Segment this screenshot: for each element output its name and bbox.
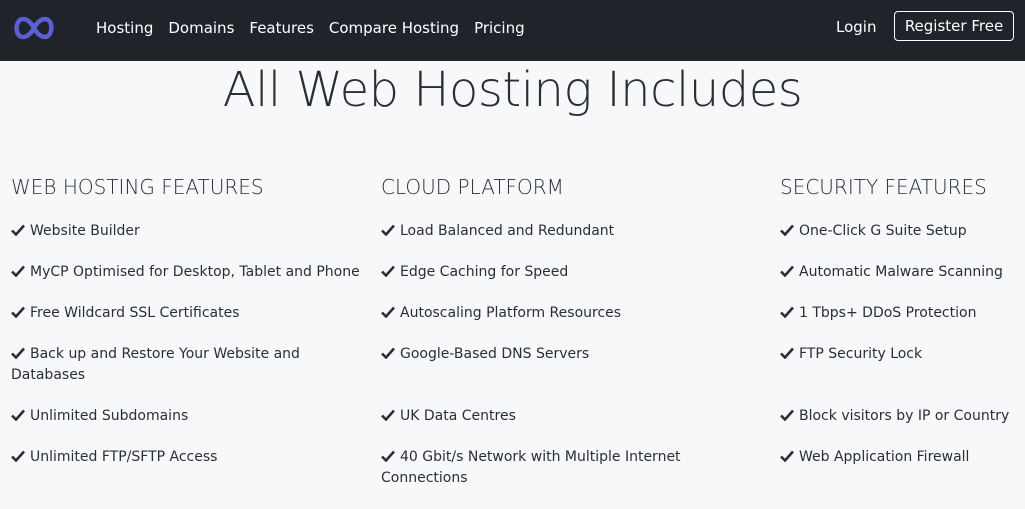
check-icon [11, 224, 25, 236]
check-icon [11, 306, 25, 318]
column-title: WEB HOSTING FEATURES [11, 175, 264, 199]
check-icon [780, 265, 794, 277]
list-item: Automatic Malware Scanning [780, 262, 1020, 283]
list-item: Google-Based DNS Servers [381, 344, 701, 365]
list-item: Unlimited Subdomains [11, 406, 361, 427]
list-item: Load Balanced and Redundant [381, 221, 701, 242]
register-free-button[interactable]: Register Free [894, 11, 1014, 41]
check-icon [11, 265, 25, 277]
list-item: Web Application Firewall [780, 447, 1020, 468]
check-icon [11, 347, 25, 359]
nav-links: Hosting Domains Features Compare Hosting… [96, 0, 540, 56]
column-web-hosting-features: WEB HOSTING FEATURES Website Builder MyC… [11, 174, 361, 488]
list-item: One-Click G Suite Setup [780, 221, 1020, 242]
list-item: Back up and Restore Your Website and Dat… [11, 346, 300, 383]
column-cloud-platform: CLOUD PLATFORM Load Balanced and Redunda… [381, 174, 701, 509]
list-item: Block visitors by IP or Country [780, 406, 1020, 427]
list-item: 1 Tbps+ DDoS Protection [780, 303, 1020, 324]
list-item: Website Builder [11, 221, 361, 242]
check-icon [381, 409, 395, 421]
nav-link-hosting[interactable]: Hosting [96, 19, 153, 37]
column-security-features: SECURITY FEATURES One-Click G Suite Setu… [780, 174, 1020, 488]
check-icon [381, 306, 395, 318]
top-navbar: Hosting Domains Features Compare Hosting… [0, 0, 1025, 61]
check-icon [381, 347, 395, 359]
check-icon [780, 224, 794, 236]
nav-link-domains[interactable]: Domains [168, 19, 234, 37]
check-icon [780, 347, 794, 359]
column-title: CLOUD PLATFORM [381, 175, 564, 199]
list-item: MyCP Optimised for Desktop, Tablet and P… [11, 262, 361, 283]
check-icon [381, 224, 395, 236]
nav-link-features[interactable]: Features [249, 19, 314, 37]
check-icon [780, 409, 794, 421]
list-item: Edge Caching for Speed [381, 262, 701, 283]
login-link[interactable]: Login [836, 18, 876, 36]
check-icon [381, 265, 395, 277]
check-icon [780, 450, 794, 462]
check-icon [780, 306, 794, 318]
list-item: 40 Gbit/s Network with Multiple Internet… [381, 449, 681, 486]
column-title: SECURITY FEATURES [780, 175, 987, 199]
check-icon [381, 450, 395, 462]
list-item: FTP Security Lock [780, 344, 1020, 365]
list-item: UK Data Centres [381, 406, 701, 427]
list-item: Free Wildcard SSL Certificates [11, 303, 361, 324]
list-item: Unlimited FTP/SFTP Access [11, 447, 361, 468]
check-icon [11, 450, 25, 462]
list-item: Autoscaling Platform Resources [381, 303, 701, 324]
nav-link-pricing[interactable]: Pricing [474, 19, 525, 37]
nav-link-compare-hosting[interactable]: Compare Hosting [329, 19, 459, 37]
infinity-logo-icon[interactable] [11, 14, 57, 42]
page-title: All Web Hosting Includes [222, 62, 803, 118]
check-icon [11, 409, 25, 421]
